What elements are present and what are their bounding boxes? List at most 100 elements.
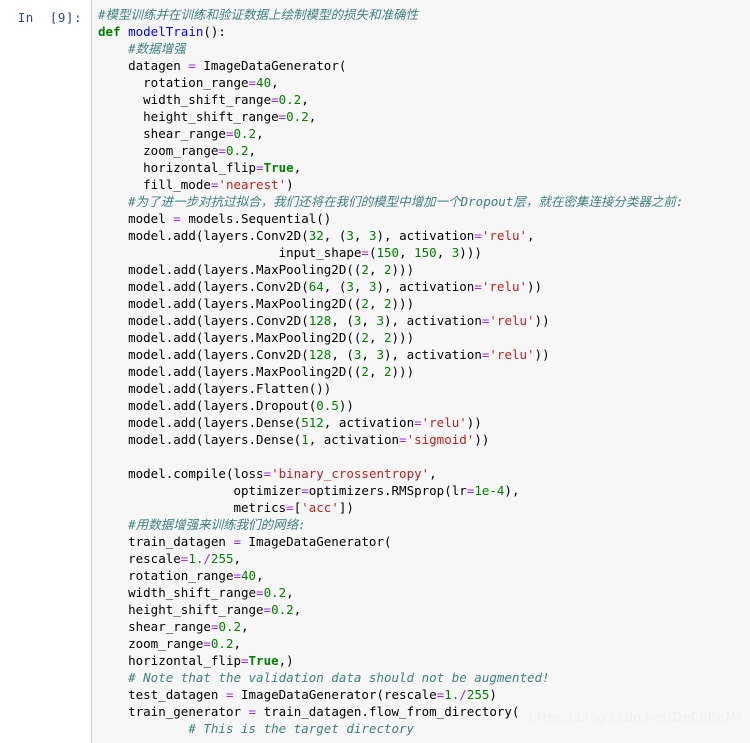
code-token-number: 2 (384, 364, 392, 379)
code-token-number: 2 (361, 330, 369, 345)
code-token-plain: ImageDataGenerator( (241, 534, 392, 549)
code-token-plain: ))) (391, 364, 415, 379)
code-token-plain: , activation (308, 432, 400, 447)
code-token-operator: = (173, 211, 181, 226)
code-token-plain: , (241, 619, 249, 634)
execution-count-prompt: In [9]: (17, 10, 82, 25)
code-token-plain: )) (534, 313, 550, 328)
code-input-area[interactable]: #模型训练并在训练和验证数据上绘制模型的损失和准确性 def modelTrain… (91, 0, 750, 743)
code-token-plain: , (301, 92, 309, 107)
code-line: def modelTrain(): (98, 23, 750, 40)
code-token-operator: = (218, 143, 226, 158)
code-token-comment: #用数据增强来训练我们的网络: (128, 517, 306, 532)
code-line: fill_mode='nearest') (98, 176, 750, 193)
code-token-number: 2 (361, 262, 369, 277)
code-token-plain: ImageDataGenerator( (195, 58, 347, 73)
code-line: #为了进一步对抗过拟合，我们还将在我们的模型中增加一个Dropout层，就在密集… (98, 193, 750, 210)
code-token-builtin: True (248, 653, 279, 668)
code-token-comment: #模型训练并在训练和验证数据上绘制模型的损失和准确性 (98, 7, 419, 22)
code-token-plain: ]) (338, 500, 354, 515)
code-token-operator: = (263, 466, 272, 481)
code-token-plain: , (353, 279, 369, 294)
code-token-plain: , (361, 347, 377, 362)
code-token-plain: ), activation (376, 228, 475, 243)
code-token-plain: model.add(layers.Conv2D( (128, 228, 309, 243)
code-token-string: 'binary_crossentropy' (271, 466, 430, 481)
code-line: width_shift_range=0.2, (98, 91, 750, 108)
code-token-number: 0.2 (218, 619, 242, 634)
code-token-plain: ))) (459, 245, 482, 260)
code-token-plain: model.add(layers.Dense( (128, 432, 302, 447)
code-token-plain: fill_mode (143, 177, 211, 192)
code-token-operator: = (248, 75, 257, 90)
code-token-plain: , (248, 143, 257, 158)
code-token-string: 'relu' (489, 313, 535, 328)
code-token-plain: , (399, 245, 415, 260)
code-line: rescale=1./255, (98, 550, 750, 567)
code-token-operator: = (241, 653, 249, 668)
code-token-number: 0.2 (271, 602, 294, 617)
code-token-number: 150 (376, 245, 400, 260)
code-token-operator: = (414, 415, 422, 430)
code-token-plain: shear_range (128, 619, 211, 634)
code-token-number: 128 (308, 313, 332, 328)
code-token-number: 150 (414, 245, 437, 260)
code-line: metrics=['acc']) (98, 499, 750, 516)
code-line: model.add(layers.Conv2D(128, (3, 3), act… (98, 312, 750, 329)
code-token-plain: ))) (391, 262, 415, 277)
code-token-plain: metrics (233, 500, 287, 515)
code-token-number: 0.2 (225, 143, 249, 158)
code-line: input_shape=(150, 150, 3))) (98, 244, 750, 261)
code-token-operator: = (474, 279, 482, 294)
code-token-plain: , (368, 296, 384, 311)
notebook-code-cell[interactable]: In [9]: #模型训练并在训练和验证数据上绘制模型的损失和准确性 def mo… (0, 0, 750, 743)
code-token-plain: horizontal_flip (128, 653, 241, 668)
code-token-operator: = (286, 500, 294, 515)
code-token-plain: width_shift_range (128, 585, 257, 600)
code-line: model.add(layers.Dense(512, activation='… (98, 414, 750, 431)
jupyter-notebook: In [9]: #模型训练并在训练和验证数据上绘制模型的损失和准确性 def mo… (0, 0, 750, 743)
code-token-number: 0.2 (278, 92, 302, 107)
code-token-plain: ,) (278, 653, 294, 668)
code-token-number: 1e-4 (474, 483, 505, 498)
code-token-string: 'relu' (481, 228, 528, 243)
code-token-operator: = (361, 245, 369, 260)
code-token-plain: model.add(layers.Conv2D( (128, 313, 309, 328)
code-token-plain: )) (466, 415, 482, 430)
code-token-plain: datagen (128, 58, 189, 73)
code-token-plain: model (128, 211, 174, 226)
code-token-number: 2 (384, 296, 392, 311)
code-token-plain: optimizers.RMSprop(lr (308, 483, 467, 498)
code-token-plain: rotation_range (128, 568, 234, 583)
code-token-operator: = (256, 585, 264, 600)
code-line: # This is the target directory (98, 720, 750, 737)
code-token-plain: , ( (331, 347, 354, 362)
code-token-comment: #数据增强 (128, 41, 186, 56)
code-token-plain: , (308, 109, 317, 124)
code-token-number: 1. (444, 687, 460, 702)
code-token-plain: width_shift_range (143, 92, 272, 107)
code-line: train_generator = train_datagen.flow_fro… (98, 703, 750, 720)
code-token-plain: height_shift_range (128, 602, 264, 617)
code-token-plain: , (527, 228, 535, 243)
python-source-code[interactable]: #模型训练并在训练和验证数据上绘制模型的损失和准确性 def modelTrain… (98, 6, 750, 737)
code-token-number: 3 (376, 347, 385, 362)
code-token-operator: = (233, 568, 241, 583)
